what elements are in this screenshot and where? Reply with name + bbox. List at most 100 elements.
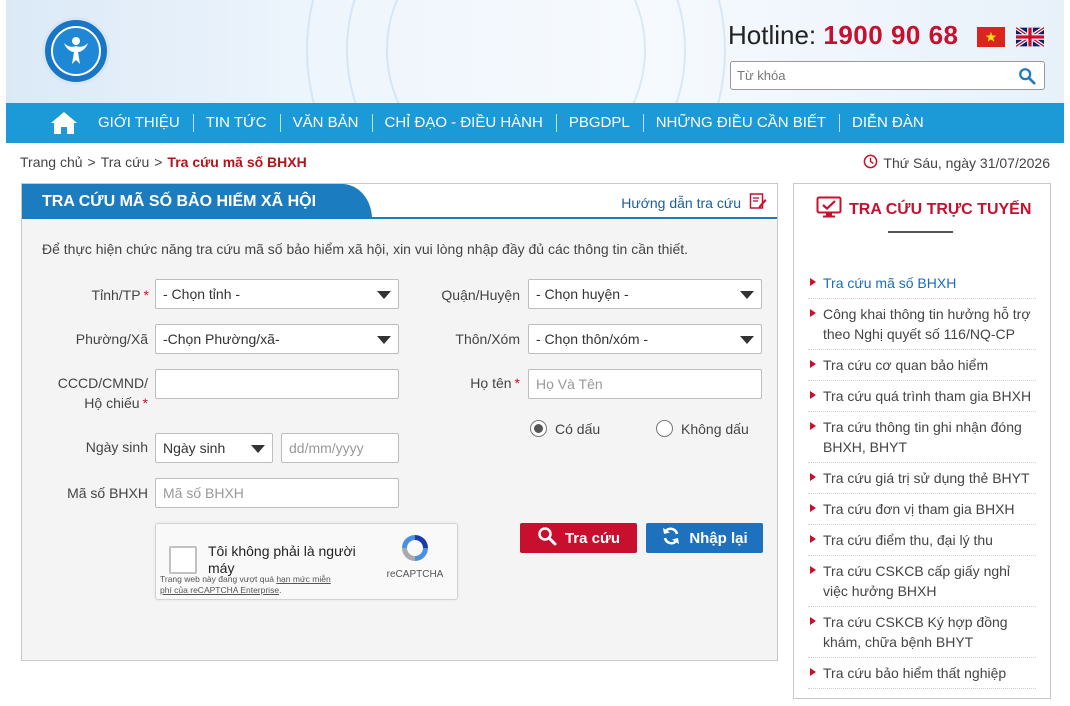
province-select[interactable]: - Chọn tỉnh - <box>155 279 399 309</box>
radio-without-accent-label: Không dấu <box>681 420 749 437</box>
home-icon[interactable] <box>6 103 98 143</box>
breadcrumb: Trang chủ > Tra cứu > Tra cứu mã số BHXH <box>20 154 307 170</box>
sidebar-item-social-insurance-code[interactable]: Tra cứu mã số BHXH <box>808 268 1036 299</box>
guide-label: Hướng dẫn tra cứu <box>621 194 741 211</box>
guide-link[interactable]: Hướng dẫn tra cứu <box>621 192 767 213</box>
breadcrumb-current: Tra cứu mã số BHXH <box>167 154 307 170</box>
chevron-down-icon <box>740 336 754 344</box>
sidebar-title-text: TRA CỨU TRỰC TUYẾN <box>849 200 1032 218</box>
current-date: Thứ Sáu, ngày 31/07/2026 <box>863 154 1050 172</box>
lookup-form-panel: TRA CỨU MÃ SỐ BẢO HIỂM XÃ HỘI Hướng dẫn … <box>21 183 778 661</box>
radio-with-accent-label: Có dấu <box>555 420 601 437</box>
nav-item-directives[interactable]: CHỈ ĐẠO - ĐIỀU HÀNH <box>371 113 556 133</box>
sidebar-item-unemployment-insurance[interactable]: Tra cứu bảo hiểm thất nghiệp <box>808 658 1036 689</box>
recaptcha-checkbox[interactable] <box>169 546 197 574</box>
search-icon[interactable] <box>1018 67 1036 88</box>
nav-item-documents[interactable]: VĂN BẢN <box>279 113 372 133</box>
recaptcha-label: Tôi không phải là người máy <box>208 543 356 576</box>
breadcrumb-home[interactable]: Trang chủ <box>20 154 83 170</box>
sidebar-item-collection-agents[interactable]: Tra cứu điểm thu, đại lý thu <box>808 525 1036 556</box>
sidebar-item-contribution-records[interactable]: Tra cứu thông tin ghi nhận đóng BHXH, BH… <box>808 412 1036 463</box>
sidebar-item-participating-units[interactable]: Tra cứu đơn vị tham gia BHXH <box>808 494 1036 525</box>
id-label-line2-text: Hộ chiếu <box>84 395 140 411</box>
social-insurance-code-label: Mã số BHXH <box>67 485 148 501</box>
sidebar-item-sick-leave-facilities[interactable]: Tra cứu CSKCB cấp giấy nghỉ việc hưởng B… <box>808 556 1036 607</box>
recaptcha-widget: Tôi không phải là người máy reCAPTCHA Tr… <box>155 523 458 600</box>
dob-type-select[interactable]: Ngày sinh <box>155 433 273 463</box>
dob-label: Ngày sinh <box>85 439 148 455</box>
reset-button[interactable]: Nhập lại <box>646 523 763 553</box>
radio-checked-icon <box>530 420 547 437</box>
header-ornament <box>386 0 646 103</box>
radio-unchecked-icon <box>656 420 673 437</box>
nav-item-news[interactable]: TIN TỨC <box>192 113 280 133</box>
site-logo[interactable] <box>42 17 110 85</box>
chevron-down-icon <box>377 336 391 344</box>
sidebar-item-contracted-facilities[interactable]: Tra cứu CSKCB Ký hợp đồng khám, chữa bện… <box>808 607 1036 658</box>
sidebar-item-participation-history[interactable]: Tra cứu quá trình tham gia BHXH <box>808 381 1036 412</box>
dob-type-value: Ngày sinh <box>163 440 226 456</box>
id-label-line1: CCCD/CMND/ <box>57 375 148 391</box>
hotline-label: Hotline: <box>728 20 824 50</box>
ward-select[interactable]: -Chọn Phường/xã- <box>155 324 399 354</box>
dob-input[interactable]: dd/mm/yyyy <box>281 433 399 463</box>
search-button[interactable]: Tra cứu <box>520 523 637 553</box>
ward-select-value: -Chọn Phường/xã- <box>163 331 280 347</box>
social-insurance-code-input[interactable]: Mã số BHXH <box>155 478 399 508</box>
panel-header: TRA CỨU MÃ SỐ BẢO HIỂM XÃ HỘI Hướng dẫn … <box>22 184 777 219</box>
nav-item-need-to-know[interactable]: NHỮNG ĐIỀU CẦN BIẾT <box>642 113 839 133</box>
name-label: Họ tên * <box>422 373 520 393</box>
required-mark: * <box>514 375 520 391</box>
sidebar-item-resolution-116[interactable]: Công khai thông tin hưởng hỗ trợ theo Ng… <box>808 299 1036 350</box>
online-lookup-sidebar: TRA CỨU TRỰC TUYẾN Tra cứu mã số BHXH Cô… <box>793 183 1051 699</box>
ward-label: Phường/Xã <box>75 331 148 347</box>
search-button-label: Tra cứu <box>564 529 621 547</box>
date-text: Thứ Sáu, ngày 31/07/2026 <box>883 155 1050 171</box>
vietnamese-flag-icon[interactable] <box>977 27 1005 47</box>
logo-emblem-icon <box>51 26 101 76</box>
english-flag-icon[interactable] <box>1014 26 1046 48</box>
breadcrumb-separator: > <box>87 154 96 170</box>
province-select-value: - Chọn tỉnh - <box>163 286 241 302</box>
site-search <box>730 61 1045 90</box>
site-header: Hotline: 1900 90 68 <box>6 0 1064 103</box>
chevron-down-icon <box>377 291 391 299</box>
search-icon <box>537 526 557 550</box>
recaptcha-terms-prefix: Trang web này đang vượt quá <box>160 574 277 584</box>
recaptcha-brand-text: reCAPTCHA <box>386 569 444 580</box>
search-input[interactable] <box>731 62 1001 89</box>
village-select-value: - Chọn thôn/xóm - <box>536 331 649 347</box>
district-select[interactable]: - Chọn huyện - <box>528 279 762 309</box>
nav-item-pbgdpl[interactable]: PBGDPL <box>555 113 643 133</box>
id-number-input[interactable] <box>155 369 399 399</box>
sidebar-item-insurance-agency[interactable]: Tra cứu cơ quan bảo hiểm <box>808 350 1036 381</box>
name-label-text: Họ tên <box>470 375 512 391</box>
hotline-number[interactable]: 1900 90 68 <box>823 20 958 50</box>
recaptcha-terms: Trang web này đang vượt quá hạn mức miễn… <box>160 574 340 596</box>
village-select[interactable]: - Chọn thôn/xóm - <box>528 324 762 354</box>
radio-with-accent[interactable]: Có dấu <box>530 420 600 437</box>
province-label: Tỉnh/TP * <box>52 285 149 305</box>
nav-item-intro[interactable]: GIỚI THIỆU <box>98 113 193 133</box>
required-mark: * <box>143 287 149 303</box>
district-label: Quận/Huyện <box>441 287 520 303</box>
clock-icon <box>863 154 878 172</box>
nav-item-forum[interactable]: DIỄN ĐÀN <box>839 113 937 133</box>
refresh-icon <box>661 526 681 550</box>
lookup-link-list: Tra cứu mã số BHXH Công khai thông tin h… <box>808 268 1036 689</box>
sidebar-item-health-card-validity[interactable]: Tra cứu giá trị sử dụng thẻ BHYT <box>808 463 1036 494</box>
reset-button-label: Nhập lại <box>689 529 748 547</box>
district-select-value: - Chọn huyện - <box>536 286 629 302</box>
full-name-input[interactable]: Họ Và Tên <box>528 369 762 399</box>
monitor-check-icon <box>816 196 842 223</box>
chevron-down-icon <box>251 445 265 453</box>
hotline: Hotline: 1900 90 68 <box>728 20 959 51</box>
breadcrumb-section[interactable]: Tra cứu <box>101 154 150 170</box>
form-intro: Để thực hiện chức năng tra cứu mã số bảo… <box>42 241 689 257</box>
panel-title: TRA CỨU MÃ SỐ BẢO HIỂM XÃ HỘI <box>22 184 372 219</box>
required-mark: * <box>142 395 148 411</box>
edit-note-icon <box>749 192 767 213</box>
id-label: CCCD/CMND/ Hộ chiếu * <box>42 373 148 413</box>
radio-without-accent[interactable]: Không dấu <box>656 420 749 437</box>
breadcrumb-separator: > <box>154 154 163 170</box>
